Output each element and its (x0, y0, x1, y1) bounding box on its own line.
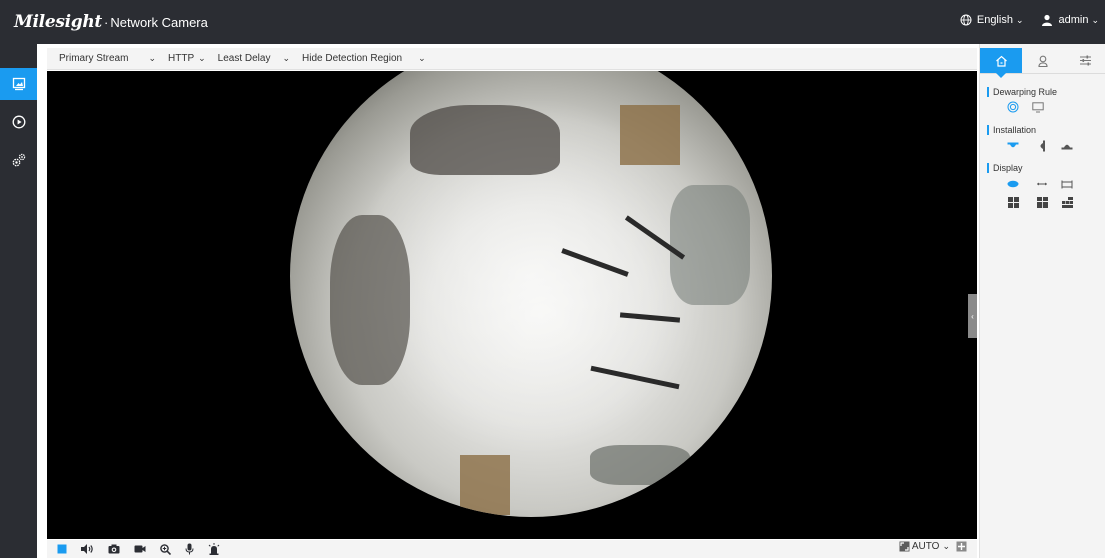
wall-mount-icon (1040, 140, 1045, 152)
ellipse-view-icon (1007, 180, 1019, 188)
chevron-down-icon: ⌄ (148, 53, 156, 63)
brand-name: Milesight (14, 12, 102, 32)
dewarp-fisheye-option[interactable] (1005, 100, 1021, 114)
ptz-person-icon (1038, 55, 1048, 67)
chevron-down-icon: ⌄ (942, 541, 950, 551)
left-sidebar (0, 44, 37, 558)
install-wall-option[interactable] (1034, 139, 1050, 153)
chevron-down-icon: ⌄ (1015, 14, 1024, 25)
dewarp-client-option[interactable] (1030, 100, 1046, 114)
live-video-view[interactable] (47, 71, 977, 539)
display-mode-label: AUTO (911, 541, 940, 552)
user-icon (1042, 14, 1053, 26)
ceiling-mount-icon (1007, 142, 1019, 148)
display-panorama-plus-three-option[interactable] (1059, 195, 1075, 209)
alarm-light-icon (208, 543, 220, 555)
display-title: Display (987, 163, 1023, 173)
nav-settings[interactable] (0, 144, 37, 176)
video-record-icon (134, 545, 146, 553)
display-panorama-option[interactable] (1034, 177, 1050, 191)
zoom-in-icon (160, 543, 171, 555)
monitor-icon (1032, 101, 1044, 112)
product-name: Network Camera (110, 15, 208, 30)
volume-icon (81, 544, 93, 554)
fullscreen-icon (956, 541, 967, 552)
username-label: admin (1058, 14, 1089, 26)
camera-icon (108, 544, 120, 554)
chevron-down-icon: ⌄ (1091, 14, 1099, 25)
chevron-down-icon: ⌄ (198, 53, 206, 63)
alarm-button[interactable] (208, 543, 220, 555)
installation-title: Installation (987, 125, 1036, 135)
double-panorama-icon (1061, 180, 1073, 188)
delay-label: Least Delay (217, 53, 271, 64)
dewarping-rule-title: Dewarping Rule (987, 87, 1057, 97)
digital-zoom-button[interactable] (160, 543, 171, 555)
display-mode-select[interactable]: AUTO ⌄ (899, 541, 950, 552)
tab-home[interactable] (980, 48, 1022, 78)
delay-select[interactable]: Least Delay ⌄ (218, 53, 290, 64)
play-circle-icon (12, 115, 25, 129)
display-quad-option[interactable] (1005, 195, 1021, 209)
home-icon (995, 55, 1007, 67)
tab-ptz[interactable] (1022, 48, 1064, 73)
video-control-bar: AUTO ⌄ (47, 540, 977, 558)
install-ceiling-option[interactable] (1005, 139, 1021, 153)
display-fisheye-plus-three-option[interactable] (1034, 195, 1050, 209)
snapshot-button[interactable] (108, 544, 120, 554)
stop-button[interactable] (57, 544, 67, 554)
sliders-icon (1079, 55, 1091, 66)
detection-region-select[interactable]: Hide Detection Region ⌄ (302, 53, 426, 64)
chevron-down-icon: ⌄ (418, 53, 426, 63)
detection-label: Hide Detection Region (302, 53, 403, 64)
panel-tabs (980, 48, 1105, 78)
protocol-label: HTTP (168, 53, 195, 64)
monitor-icon (12, 77, 25, 91)
stream-select[interactable]: Primary Stream ⌄ (59, 53, 156, 64)
microphone-button[interactable] (185, 543, 194, 555)
multi-split-icon (1061, 196, 1073, 208)
tab-image-settings[interactable] (1064, 48, 1105, 73)
display-fisheye-option[interactable] (1005, 177, 1021, 191)
language-selector[interactable]: English ⌄ (960, 14, 1024, 26)
stream-label: Primary Stream (59, 53, 129, 64)
nav-playback[interactable] (0, 106, 37, 138)
stream-toolbar: Primary Stream ⌄ HTTP ⌄ Least Delay ⌄ Hi… (47, 48, 977, 70)
record-button[interactable] (134, 544, 146, 554)
nav-live-view[interactable] (0, 68, 37, 100)
gears-icon (12, 153, 25, 167)
stop-icon (57, 544, 67, 554)
app-logo: Milesight · Network Camera (14, 12, 208, 32)
fullscreen-button[interactable] (956, 541, 967, 552)
display-double-panorama-option[interactable] (1059, 177, 1075, 191)
right-control-panel: Dewarping Rule Installation Display (979, 44, 1105, 558)
top-header: Milesight · Network Camera English ⌄ adm… (0, 0, 1105, 44)
language-label: English (976, 14, 1013, 26)
panorama-arrow-icon (1037, 182, 1047, 186)
protocol-select[interactable]: HTTP ⌄ (168, 53, 206, 64)
brand-separator: · (103, 15, 109, 30)
split-grid-icon (1036, 196, 1048, 208)
chevron-down-icon: ⌄ (282, 53, 291, 63)
install-floor-option[interactable] (1059, 139, 1075, 153)
fit-screen-icon (899, 541, 910, 552)
globe-icon (960, 14, 972, 26)
panel-collapse-toggle[interactable]: ‹ (968, 294, 977, 338)
microphone-icon (185, 543, 194, 555)
fisheye-image (290, 71, 772, 517)
user-menu[interactable]: admin ⌄ (1041, 14, 1099, 26)
volume-button[interactable] (81, 544, 94, 554)
quad-grid-icon (1007, 196, 1019, 208)
floor-mount-icon (1061, 144, 1073, 150)
fisheye-circle-icon (1007, 101, 1019, 113)
